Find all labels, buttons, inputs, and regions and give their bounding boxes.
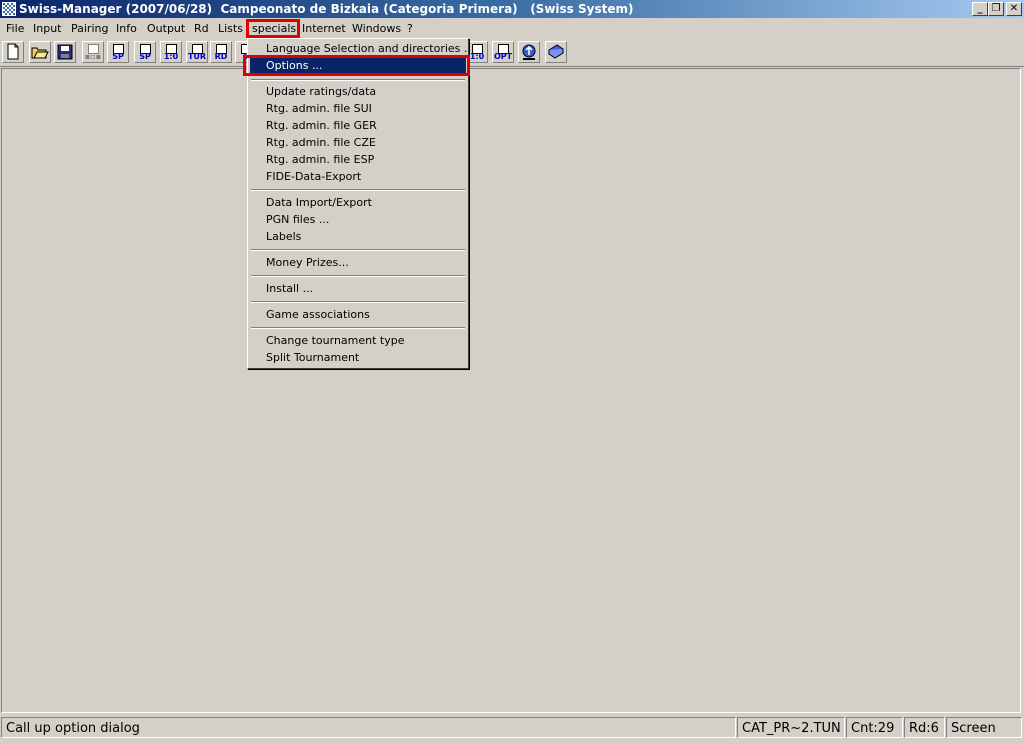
close-button[interactable]: ✕ bbox=[1006, 2, 1022, 16]
menu-item-game-associations[interactable]: Game associations bbox=[250, 306, 466, 323]
new-document-icon[interactable] bbox=[2, 41, 24, 63]
status-bar: Call up option dialog CAT_PR~2.TUN Cnt:2… bbox=[0, 716, 1024, 740]
internet-upload-icon[interactable] bbox=[518, 41, 540, 63]
document-icon[interactable]: SP bbox=[107, 41, 129, 63]
menu-lists[interactable]: Lists bbox=[218, 21, 243, 36]
toolbar: ▪▫▪ SP SP 1:0 TUR RD E 1:0 OPT bbox=[0, 38, 1024, 67]
menu-item-rtg-sui[interactable]: Rtg. admin. file SUI bbox=[250, 100, 466, 117]
menu-separator bbox=[251, 275, 465, 277]
options-highlight-box bbox=[243, 55, 470, 76]
mdi-workspace bbox=[1, 68, 1021, 713]
menu-separator bbox=[251, 79, 465, 81]
menu-rd[interactable]: Rd bbox=[194, 21, 209, 36]
status-count: Cnt:29 bbox=[846, 717, 903, 738]
menu-input[interactable]: Input bbox=[33, 21, 61, 36]
open-folder-icon[interactable] bbox=[29, 41, 51, 63]
save-disk-icon[interactable] bbox=[54, 41, 76, 63]
specials-dropdown-menu: Language Selection and directories ... O… bbox=[247, 38, 474, 369]
menu-item-money-prizes[interactable]: Money Prizes... bbox=[250, 254, 466, 271]
menu-windows[interactable]: Windows bbox=[352, 21, 401, 36]
menu-separator bbox=[251, 301, 465, 303]
menu-separator bbox=[251, 327, 465, 329]
menu-item-rtg-ger[interactable]: Rtg. admin. file GER bbox=[250, 117, 466, 134]
menu-item-update-ratings[interactable]: Update ratings/data bbox=[250, 83, 466, 100]
status-file: CAT_PR~2.TUN bbox=[737, 717, 845, 738]
menu-item-fide-export[interactable]: FIDE-Data-Export bbox=[250, 168, 466, 185]
document-icon[interactable]: 1:0 bbox=[160, 41, 182, 63]
title-bar: Swiss-Manager (2007/06/28) Campeonato de… bbox=[0, 0, 1024, 18]
menu-item-rtg-cze[interactable]: Rtg. admin. file CZE bbox=[250, 134, 466, 151]
document-icon[interactable]: RD bbox=[210, 41, 232, 63]
menu-help[interactable]: ? bbox=[407, 21, 413, 36]
menu-output[interactable]: Output bbox=[147, 21, 185, 36]
menu-item-data-import-export[interactable]: Data Import/Export bbox=[250, 194, 466, 211]
menu-separator bbox=[251, 249, 465, 251]
minimize-button[interactable]: _ bbox=[972, 2, 988, 16]
menu-item-rtg-esp[interactable]: Rtg. admin. file ESP bbox=[250, 151, 466, 168]
document-icon[interactable]: OPT bbox=[492, 41, 514, 63]
maximize-button[interactable]: ❐ bbox=[988, 2, 1004, 16]
pairing-disabled-icon[interactable]: ▪▫▪ bbox=[82, 41, 104, 63]
status-mode: Screen bbox=[946, 717, 1022, 738]
status-round: Rd:6 bbox=[904, 717, 945, 738]
menu-separator bbox=[251, 189, 465, 191]
app-icon[interactable] bbox=[2, 2, 16, 16]
menu-info[interactable]: Info bbox=[116, 21, 137, 36]
window-title: Swiss-Manager (2007/06/28) Campeonato de… bbox=[19, 2, 634, 16]
menu-pairing[interactable]: Pairing bbox=[71, 21, 108, 36]
document-icon[interactable]: SP bbox=[134, 41, 156, 63]
menu-item-split-tournament[interactable]: Split Tournament bbox=[250, 349, 466, 366]
document-icon[interactable]: TUR bbox=[186, 41, 208, 63]
status-message: Call up option dialog bbox=[1, 717, 736, 738]
menu-item-pgn-files[interactable]: PGN files ... bbox=[250, 211, 466, 228]
menu-item-labels[interactable]: Labels bbox=[250, 228, 466, 245]
menu-bar: File Input Pairing Info Output Rd Lists … bbox=[0, 19, 1024, 38]
menu-item-change-tournament-type[interactable]: Change tournament type bbox=[250, 332, 466, 349]
specials-highlight-box bbox=[246, 19, 300, 38]
help-book-icon[interactable] bbox=[545, 41, 567, 63]
menu-internet[interactable]: Internet bbox=[302, 21, 346, 36]
menu-item-install[interactable]: Install ... bbox=[250, 280, 466, 297]
menu-file[interactable]: File bbox=[6, 21, 24, 36]
